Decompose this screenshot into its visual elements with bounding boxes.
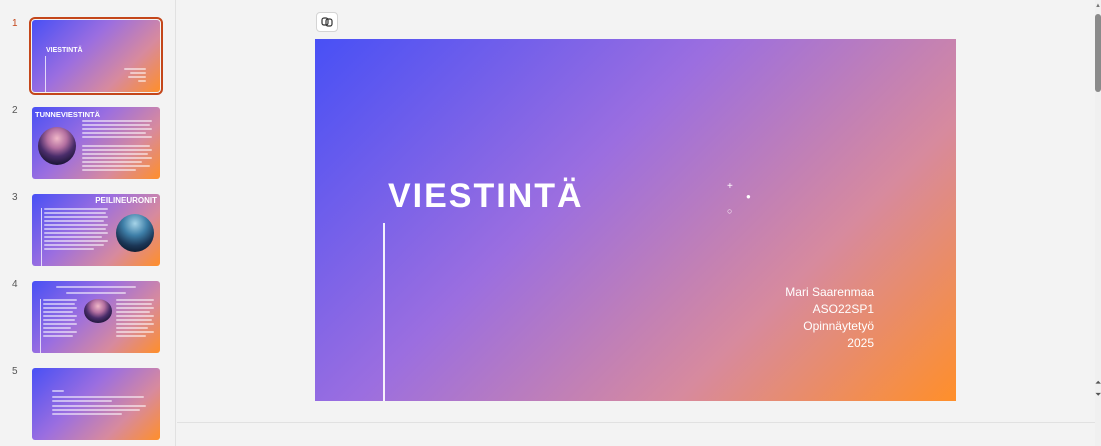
thumbnail-text-line	[44, 208, 108, 210]
copilot-button[interactable]	[316, 12, 338, 32]
thumbnail-text-line	[116, 319, 152, 321]
thumbnail-title: PEILINEURONIT	[95, 196, 157, 205]
thumbnail-text-line	[116, 323, 154, 325]
thumbnail-text-line	[43, 327, 71, 329]
double-chevron-down-icon[interactable]: ⏷	[1095, 390, 1101, 400]
thumbnail-text-line	[43, 335, 73, 337]
thumbnail-text-line	[82, 149, 152, 151]
thumbnail-text-line	[44, 236, 102, 238]
year-label: 2025	[847, 336, 874, 350]
double-chevron-up-icon[interactable]: ⏶	[1095, 378, 1101, 388]
thumbnail-text-line	[116, 299, 154, 301]
thumbnail-text-line	[116, 311, 150, 313]
slide-thumbnail-5[interactable]	[32, 368, 160, 440]
slide-subtitle[interactable]: Mari Saarenmaa ASO22SP1 Opinnäytetyö 202…	[785, 284, 874, 352]
thumbnail-text-line	[138, 80, 146, 82]
vertical-scrollbar[interactable]: ▲ ⏶ ⏷	[1095, 0, 1101, 446]
thumbnail-lake-image	[116, 214, 154, 252]
thesis-label: Opinnäytetyö	[803, 319, 874, 333]
thumbnail-text-line	[124, 68, 146, 70]
thumbnail-text-line	[116, 307, 154, 309]
thumbnail-text-line	[44, 228, 106, 230]
thumbnail-text-line	[82, 132, 146, 134]
thumbnail-text-line	[82, 169, 136, 171]
thumbnail-text-line	[52, 400, 112, 402]
thumbnail-text-line	[130, 72, 146, 74]
thumbnail-text-line	[43, 307, 77, 309]
thumbnail-text-line	[44, 248, 94, 250]
thumbnail-text-line	[43, 319, 75, 321]
thumbnail-text-line	[43, 315, 77, 317]
thumbnail-mountain-image	[38, 127, 76, 165]
thumbnail-text-line	[52, 409, 140, 411]
dot-decoration-icon: ●	[746, 192, 751, 201]
thumbnail-text-line	[116, 335, 146, 337]
thumbnail-text-line	[43, 331, 77, 333]
thumbnail-text-line	[82, 145, 150, 147]
thumbnail-vertical-line	[41, 208, 42, 266]
thumbnail-text-line	[82, 136, 152, 138]
thumbnail-vertical-line	[40, 299, 41, 353]
thumbnail-text-line	[82, 165, 150, 167]
slide-number-1: 1	[12, 18, 18, 29]
thumbnail-text-line	[44, 224, 108, 226]
thumbnail-text-line	[82, 124, 150, 126]
thumbnail-text-line	[52, 396, 144, 398]
thumbnail-text-line	[66, 292, 126, 294]
scrollbar-thumb[interactable]	[1095, 14, 1101, 92]
thumbnail-text-line	[82, 161, 142, 163]
slide-vertical-line	[383, 223, 385, 401]
thumbnail-title: VIESTINTÄ	[46, 47, 83, 54]
thumbnail-vertical-line	[45, 56, 46, 92]
slide-thumbnail-1[interactable]: VIESTINTÄ	[29, 17, 163, 95]
thumbnail-text-line	[44, 216, 108, 218]
thumbnail-text-line	[52, 413, 122, 415]
thumbnail-text-line	[52, 405, 146, 407]
thumbnail-text-line	[82, 157, 152, 159]
notes-divider-bar[interactable]	[177, 422, 1095, 446]
thumbnail-text-line	[44, 244, 104, 246]
slide-number-2: 2	[12, 105, 18, 116]
slide-thumbnail-3[interactable]: PEILINEURONIT	[32, 194, 160, 266]
slide-thumbnail-2[interactable]: TUNNEVIESTINTÄ	[32, 107, 160, 179]
thumbnail-text-line	[43, 299, 77, 301]
thumbnail-text-line	[44, 232, 108, 234]
thumbnail-text-line	[43, 303, 75, 305]
thumbnail-text-line	[43, 323, 77, 325]
thumbnail-text-line	[44, 220, 104, 222]
slide-number-3: 3	[12, 192, 18, 203]
group-code: ASO22SP1	[812, 302, 874, 316]
chevron-up-icon[interactable]: ▲	[1095, 2, 1101, 10]
copilot-icon	[321, 17, 333, 27]
slide-number-4: 4	[12, 279, 18, 290]
slide-thumbnail-4[interactable]	[32, 281, 160, 353]
slide-title[interactable]: VIESTINTÄ	[388, 177, 584, 216]
thumbnail-text-line	[82, 153, 148, 155]
thumbnail-text-line	[116, 303, 152, 305]
thumbnail-title: TUNNEVIESTINTÄ	[35, 110, 101, 119]
slide-thumbnail-pane: 1 VIESTINTÄ 2 TUNNEVIESTINTÄ 3 PEILINEUR…	[0, 0, 176, 446]
thumbnail-text-line	[44, 240, 108, 242]
thumbnail-mountain-image	[84, 299, 112, 323]
circle-decoration-icon: ○	[727, 206, 733, 216]
thumbnail-text-line	[82, 120, 152, 122]
author-name: Mari Saarenmaa	[785, 285, 874, 299]
thumbnail-text-line	[116, 315, 154, 317]
thumbnail-text-line	[43, 311, 73, 313]
thumbnail-text-line	[116, 331, 154, 333]
plus-decoration-icon: +	[727, 181, 733, 192]
thumbnail-text-line	[82, 128, 152, 130]
thumbnail-text-line	[52, 390, 64, 392]
main-slide[interactable]: VIESTINTÄ + ● ○ Mari Saarenmaa ASO22SP1 …	[315, 39, 956, 401]
thumbnail-text-line	[44, 212, 106, 214]
slide-number-5: 5	[12, 366, 18, 377]
thumbnail-text-line	[116, 327, 148, 329]
thumbnail-text-line	[56, 286, 136, 288]
thumbnail-text-line	[128, 76, 146, 78]
